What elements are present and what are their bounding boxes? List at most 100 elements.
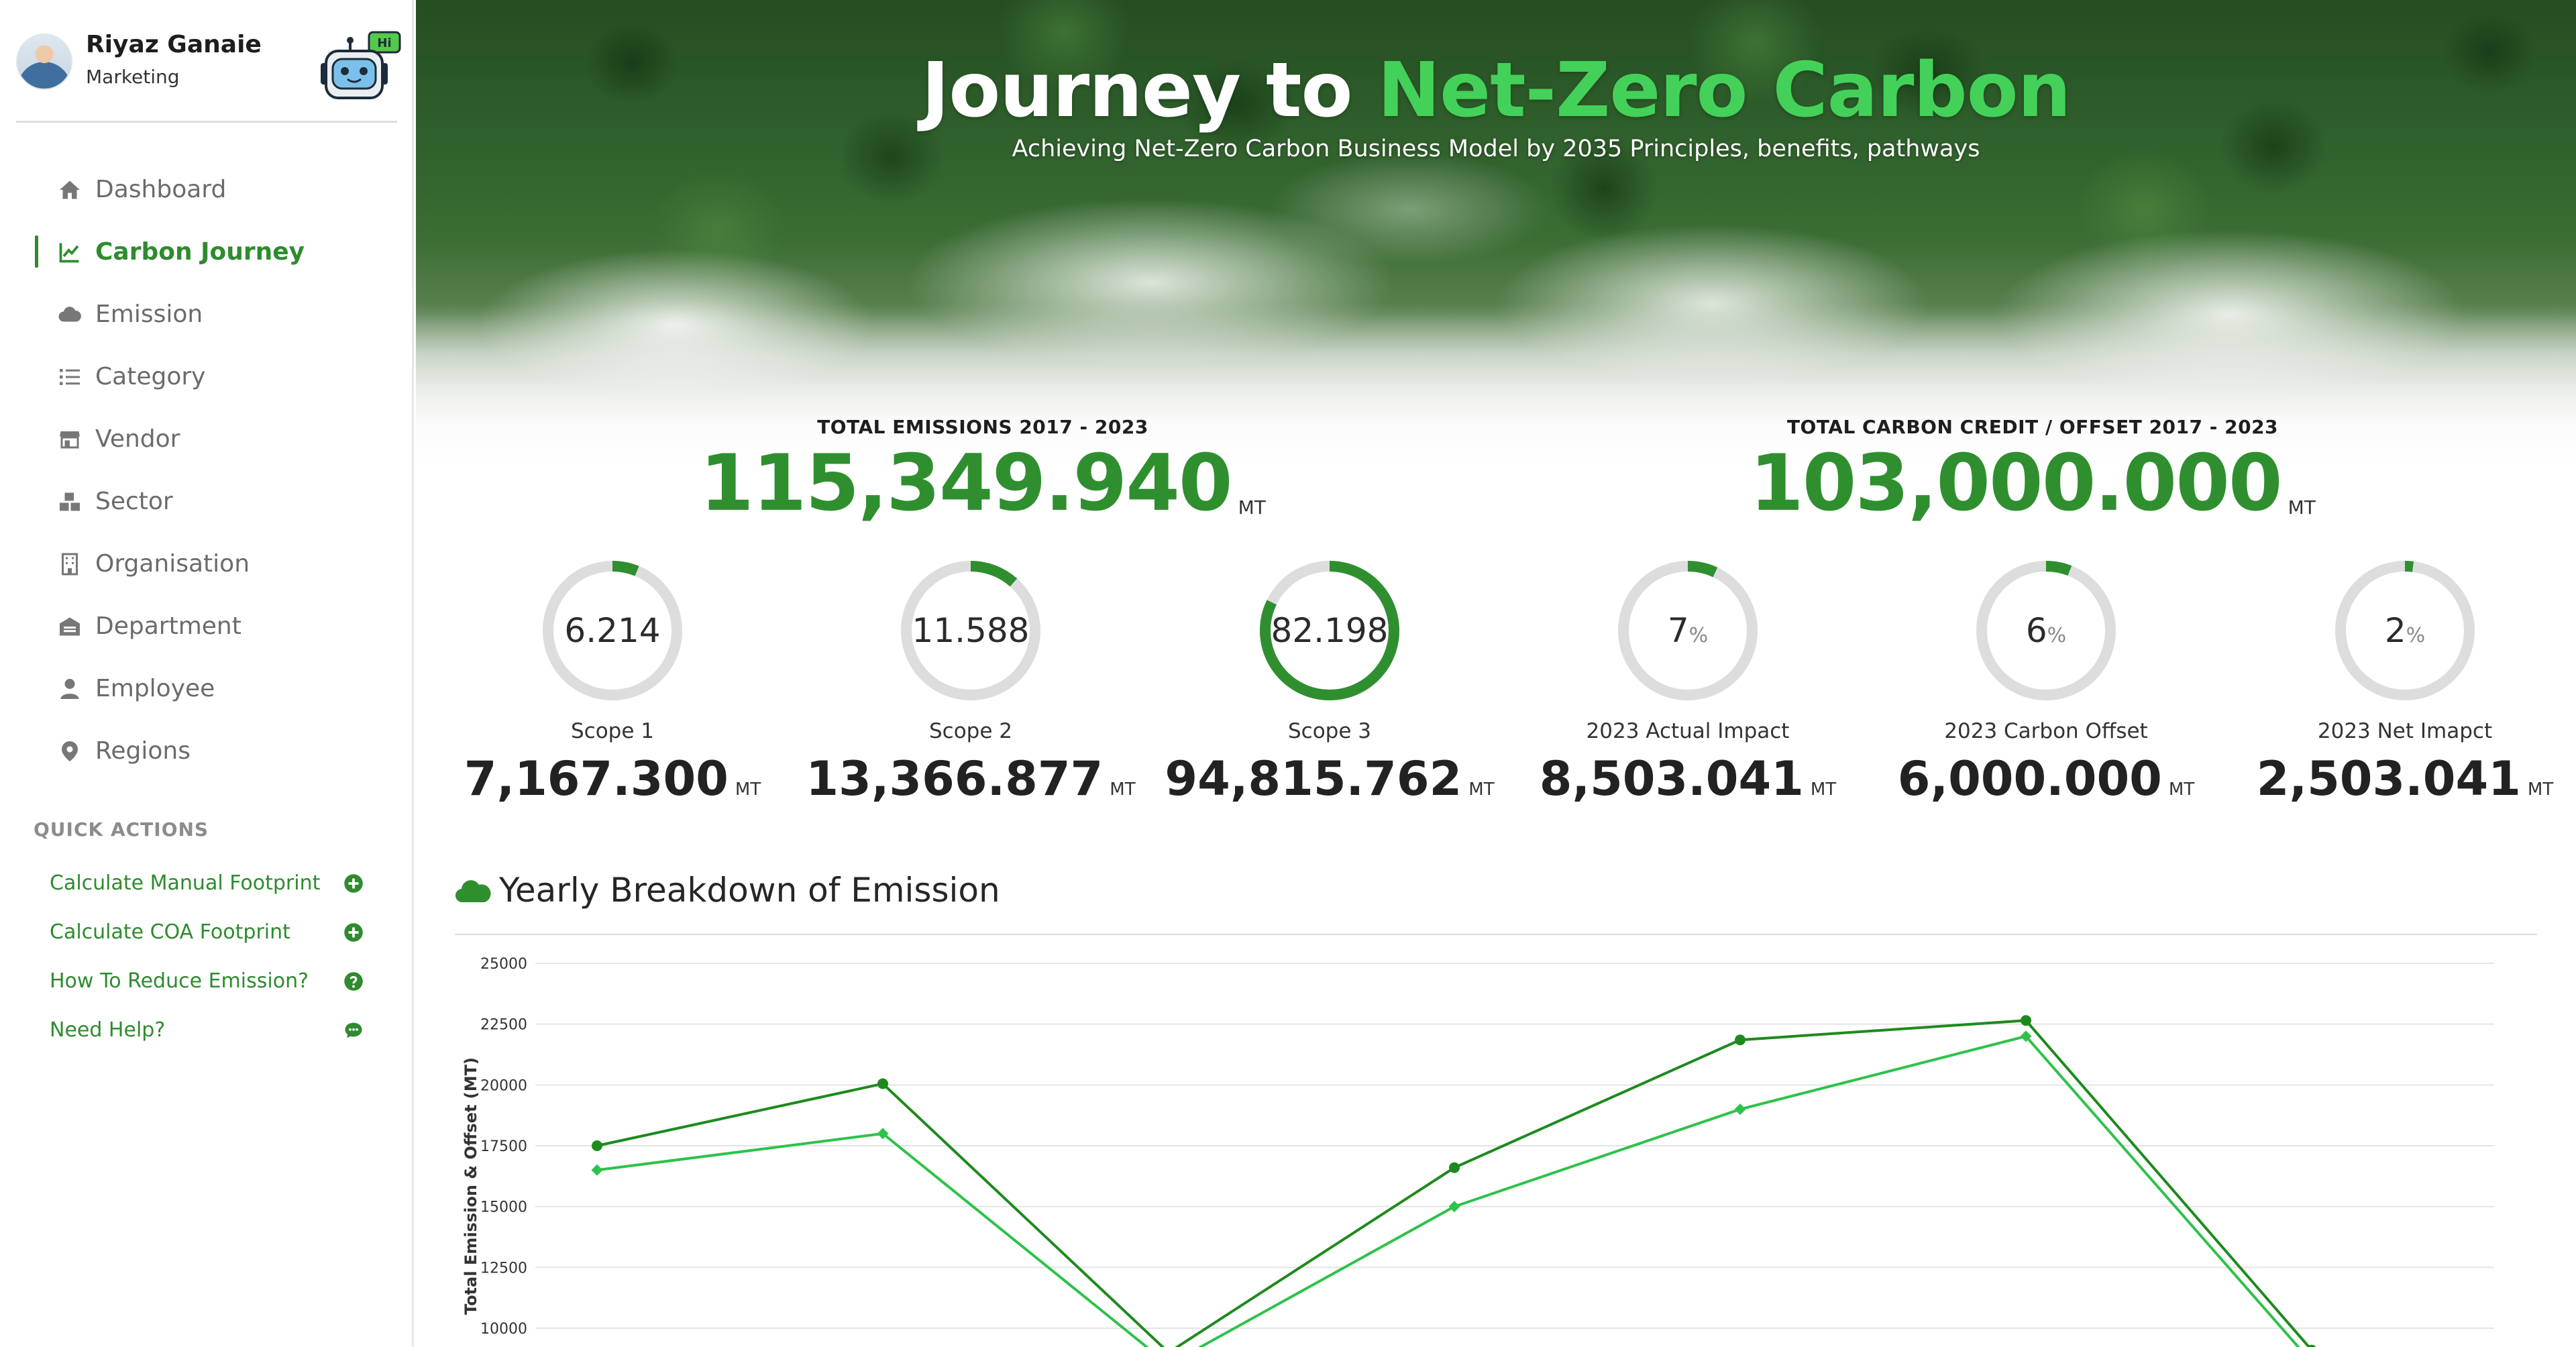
stat-unit: MT: [1468, 779, 1495, 800]
stat-scope-1: 6.214 Scope 1 7,167.300 MT: [464, 557, 761, 806]
plus-circle-icon: [344, 873, 363, 893]
gauge-value: 82.198: [1271, 611, 1389, 650]
gauge: 7%: [1614, 557, 1762, 704]
nav-item-employee[interactable]: Employee: [0, 657, 414, 720]
nav-label: Regions: [95, 737, 191, 765]
user-icon: [60, 678, 79, 699]
map-pin-icon: [62, 741, 78, 761]
quick-action-coa-footprint[interactable]: Calculate COA Footprint: [0, 908, 414, 957]
nav-item-carbon-journey[interactable]: Carbon Journey: [0, 221, 414, 283]
quick-action-label: Calculate Manual Footprint: [50, 871, 321, 895]
total-credit-value: 103,000.000: [1750, 438, 2283, 529]
nav-item-sector[interactable]: Sector: [0, 470, 414, 533]
chat-bubble-icon: [345, 1022, 362, 1038]
nav-item-category[interactable]: Category: [0, 345, 414, 408]
user-profile[interactable]: Riyaz Ganaie Marketing Hi: [16, 28, 401, 122]
total-emissions-label: TOTAL EMISSIONS 2017 - 2023: [817, 416, 1148, 438]
quick-action-manual-footprint[interactable]: Calculate Manual Footprint: [0, 859, 414, 908]
cloud-icon: [58, 306, 81, 321]
sidebar: Riyaz Ganaie Marketing Hi Dashboard Carb…: [0, 0, 414, 1347]
chatbot-icon[interactable]: Hi: [313, 28, 407, 109]
list-icon: [60, 368, 80, 385]
stat-net-impact: 2% 2023 Net Imapct 2,503.041 MT: [2257, 557, 2553, 802]
quick-action-need-help[interactable]: Need Help?: [0, 1006, 414, 1055]
nav-item-organisation[interactable]: Organisation: [0, 533, 414, 595]
data-point: [877, 1078, 888, 1089]
stat-value: 94,815.762: [1165, 751, 1462, 806]
stat-unit: MT: [2527, 779, 2554, 800]
nav-label: Organisation: [95, 550, 250, 578]
building-icon: [62, 553, 78, 575]
y-axis-label: Total Emission & Offset (MT): [462, 1057, 480, 1315]
data-point: [1734, 1103, 1746, 1116]
nav-item-regions[interactable]: Regions: [0, 720, 414, 782]
total-emissions-value: 115,349.940: [700, 438, 1233, 529]
title-accent: Net-Zero Carbon: [1377, 47, 2071, 134]
page-subtitle: Achieving Net-Zero Carbon Business Model…: [1012, 136, 1980, 162]
nav-item-emission[interactable]: Emission: [0, 283, 414, 345]
y-tick-label: 15000: [480, 1199, 527, 1216]
nav-label: Category: [95, 363, 206, 390]
data-point: [1449, 1162, 1460, 1173]
boxes-icon: [60, 492, 80, 510]
nav-label: Department: [95, 612, 241, 640]
nav-item-dashboard[interactable]: Dashboard: [0, 158, 414, 221]
total-emissions: TOTAL EMISSIONS 2017 - 2023 115,349.940 …: [614, 416, 1352, 523]
gauge: 11.588: [897, 557, 1044, 704]
line-chart-icon: [59, 243, 79, 262]
emission-line-chart: 10000 12500 15000 17500 20000 22500 25000 Total…: [462, 956, 2494, 1347]
page-title: Journey to Net-Zero Carbon: [416, 47, 2576, 134]
stat-label: Scope 1: [570, 719, 654, 743]
stat-unit: MT: [1110, 779, 1136, 800]
total-emissions-unit: MT: [1238, 496, 1266, 519]
data-point: [592, 1140, 602, 1151]
stat-unit: MT: [2168, 779, 2195, 800]
data-point: [591, 1164, 603, 1176]
quick-action-reduce-emission[interactable]: How To Reduce Emission?: [0, 957, 414, 1006]
stat-value: 6,000.000: [1897, 751, 2162, 806]
data-point: [2021, 1015, 2031, 1026]
stat-carbon-offset: 6% 2023 Carbon Offset 6,000.000 MT: [1898, 557, 2194, 802]
quick-action-label: Calculate COA Footprint: [50, 920, 290, 944]
stat-scope-2: 11.588 Scope 2 13,366.877 MT: [806, 557, 1136, 802]
chart-title: Yearly Breakdown of Emission: [499, 871, 1000, 910]
cloud-icon: [455, 880, 491, 903]
stat-unit: MT: [1810, 779, 1837, 800]
store-icon: [60, 431, 80, 448]
y-tick-label: 17500: [480, 1138, 527, 1155]
home-icon: [60, 180, 80, 199]
nav-item-vendor[interactable]: Vendor: [0, 408, 414, 470]
total-credit-label: TOTAL CARBON CREDIT / OFFSET 2017 - 2023: [1786, 416, 2279, 438]
stat-unit: MT: [735, 779, 761, 800]
nav-label: Carbon Journey: [95, 238, 305, 266]
stat-value: 13,366.877: [806, 751, 1104, 806]
y-tick-label: 10000: [480, 1321, 527, 1338]
stat-value: 7,167.300: [464, 751, 729, 806]
user-role: Marketing: [86, 66, 180, 88]
quick-action-label: Need Help?: [50, 1018, 166, 1042]
data-point: [1735, 1034, 1746, 1046]
stat-scope-3: 82.198 Scope 3 94,815.762 MT: [1165, 557, 1495, 802]
nav-label: Sector: [95, 488, 173, 515]
main-navigation: Dashboard Carbon Journey Emission Catego…: [0, 158, 414, 782]
quick-actions-list: Calculate Manual Footprint Calculate COA…: [0, 859, 414, 1055]
gauge: 6%: [1972, 557, 2120, 704]
user-name: Riyaz Ganaie: [86, 31, 262, 58]
gauge: 6.214: [539, 557, 686, 704]
title-prefix: Journey to: [921, 47, 1378, 134]
gauge-value: 6%: [2025, 611, 2067, 650]
avatar[interactable]: [16, 34, 72, 90]
chart-header: Yearly Breakdown of Emission: [455, 871, 1000, 910]
gauge-value: 6.214: [564, 611, 661, 650]
gauge-value: 2%: [2384, 611, 2426, 650]
stat-label: 2023 Actual Impact: [1586, 719, 1790, 743]
nav-label: Employee: [95, 675, 215, 702]
stat-label: 2023 Net Imapct: [2317, 719, 2493, 743]
stat-value: 2,503.041: [2256, 751, 2521, 806]
nav-item-department[interactable]: Department: [0, 595, 414, 657]
main-content: Journey to Net-Zero Carbon Achieving Net…: [416, 0, 2576, 1347]
gauge-value: 7%: [1667, 611, 1709, 650]
bot-badge: Hi: [377, 36, 391, 50]
y-tick-label: 20000: [480, 1077, 527, 1094]
y-tick-label: 25000: [480, 956, 527, 973]
